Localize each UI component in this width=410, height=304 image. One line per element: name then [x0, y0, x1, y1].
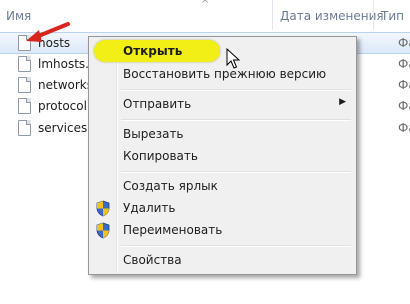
menu-item-create-shortcut[interactable]: Создать ярлык	[91, 175, 354, 197]
file-name: lmhosts.s	[38, 57, 96, 71]
column-divider[interactable]	[272, 0, 273, 30]
menu-item-send-to[interactable]: Отправить ▶	[91, 93, 354, 115]
file-name: networks	[38, 78, 93, 92]
menu-item-restore[interactable]: Восстановить прежнюю версию	[91, 63, 354, 85]
menu-item-label: Свойства	[123, 253, 182, 267]
file-icon	[18, 56, 31, 72]
menu-item-label: Переименовать	[123, 223, 223, 237]
menu-item-label: Удалить	[123, 201, 176, 215]
column-date[interactable]: Дата изменения	[280, 9, 384, 23]
file-type: Фа	[398, 99, 410, 113]
menu-item-label: Создать ярлык	[123, 179, 218, 193]
menu-item-rename[interactable]: Переименовать	[91, 219, 354, 241]
menu-separator	[121, 245, 351, 247]
menu-item-delete[interactable]: Удалить	[91, 197, 354, 219]
menu-item-label: Восстановить прежнюю версию	[123, 67, 327, 81]
menu-item-properties[interactable]: Свойства	[91, 249, 354, 271]
chevron-right-icon: ▶	[339, 97, 346, 107]
mouse-cursor-icon	[226, 48, 240, 69]
file-icon	[18, 120, 31, 136]
sort-up-icon: ^	[201, 0, 210, 10]
file-type: Фа	[398, 36, 410, 50]
menu-item-label: Копировать	[123, 149, 198, 163]
file-type: Фа	[398, 121, 410, 135]
uac-shield-icon	[96, 200, 110, 217]
file-icon	[18, 77, 31, 93]
menu-separator	[121, 119, 351, 121]
menu-item-label: Отправить	[123, 97, 192, 111]
column-type[interactable]: Тип	[381, 9, 404, 23]
context-menu: Открыть Восстановить прежнюю версию Отпр…	[88, 36, 357, 275]
menu-item-cut[interactable]: Вырезать	[91, 123, 354, 145]
file-icon	[18, 98, 31, 114]
menu-separator	[121, 171, 351, 173]
column-divider[interactable]	[373, 0, 374, 30]
menu-item-label: Открыть	[123, 44, 183, 58]
menu-separator	[121, 89, 351, 91]
file-name: services	[38, 121, 88, 135]
menu-item-label: Вырезать	[123, 127, 184, 141]
file-type: Фа	[398, 78, 410, 92]
red-arrow-icon	[26, 22, 70, 42]
menu-item-copy[interactable]: Копировать	[91, 145, 354, 167]
file-type: Фа	[398, 57, 410, 71]
uac-shield-icon	[96, 222, 110, 239]
file-name: protocol	[38, 99, 87, 113]
menu-item-open[interactable]: Открыть	[91, 40, 354, 62]
